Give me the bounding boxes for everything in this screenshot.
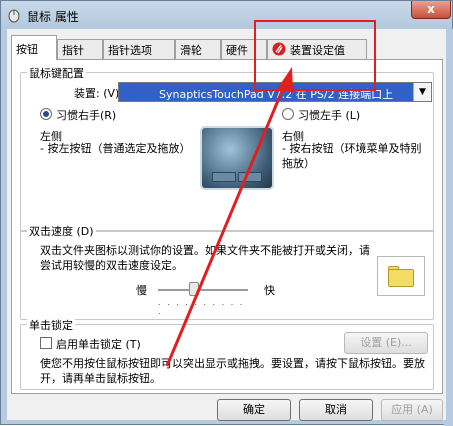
- mouse-properties-window: 鼠标 属性 x 按钮 指针 指针选项 滑轮 硬件 装置设定值 鼠标键配置 装置:: [0, 0, 453, 426]
- annotation-arrow: [165, 67, 293, 367]
